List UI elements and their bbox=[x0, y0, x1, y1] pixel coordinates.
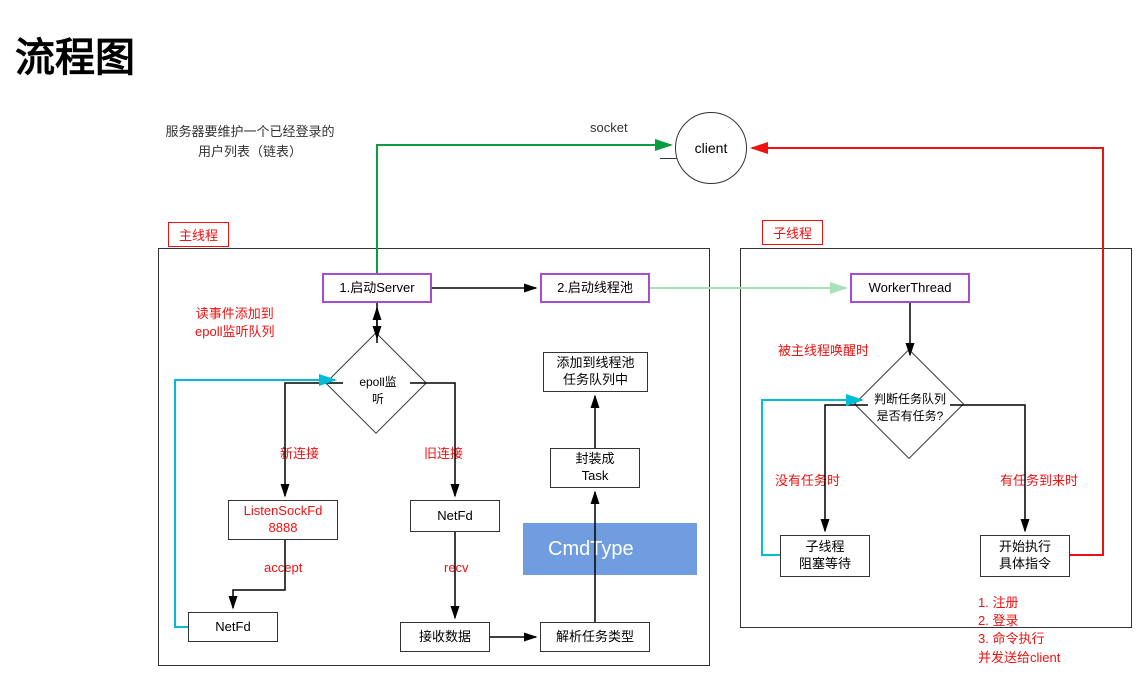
has-task-label: 有任务到来时 bbox=[1000, 470, 1078, 489]
page-title: 流程图 bbox=[15, 25, 135, 83]
start-pool-box: 2.启动线程池 bbox=[540, 273, 650, 303]
pack-task-box: 封装成Task bbox=[550, 448, 640, 488]
listen-sock-box: ListenSockFd8888 bbox=[228, 500, 338, 540]
read-event-note: 读事件添加到epoll监听队列 bbox=[195, 305, 274, 341]
socket-label: socket bbox=[590, 120, 628, 135]
add-pool-box: 添加到线程池任务队列中 bbox=[543, 352, 648, 392]
wake-note: 被主线程唤醒时 bbox=[778, 340, 869, 359]
netfd-new-box: NetFd bbox=[188, 612, 278, 642]
child-wait-box: 子线程阻塞等待 bbox=[780, 535, 870, 577]
cmdtype-highlight: CmdType bbox=[523, 523, 697, 575]
recv-label: recv bbox=[444, 560, 469, 575]
old-conn-label: 旧连接 bbox=[424, 443, 463, 462]
main-thread-tag: 主线程 bbox=[168, 222, 229, 247]
exec-cmd-box: 开始执行具体指令 bbox=[980, 535, 1070, 577]
no-task-label: 没有任务时 bbox=[775, 470, 840, 489]
recv-data-box: 接收数据 bbox=[400, 622, 490, 652]
parse-task-box: 解析任务类型 bbox=[540, 622, 650, 652]
netfd-old-box: NetFd bbox=[410, 500, 500, 532]
client-circle: client bbox=[675, 112, 747, 184]
sub-thread-tag: 子线程 bbox=[762, 220, 823, 245]
server-note: 服务器要维护一个已经登录的用户列表（链表） bbox=[155, 122, 345, 161]
start-server-box: 1.启动Server bbox=[322, 273, 432, 303]
cmd-list: 1. 注册2. 登录3. 命令执行并发送给client bbox=[978, 594, 1060, 667]
accept-label: accept bbox=[264, 560, 302, 575]
new-conn-label: 新连接 bbox=[280, 443, 319, 462]
worker-thread-box: WorkerThread bbox=[850, 273, 970, 303]
